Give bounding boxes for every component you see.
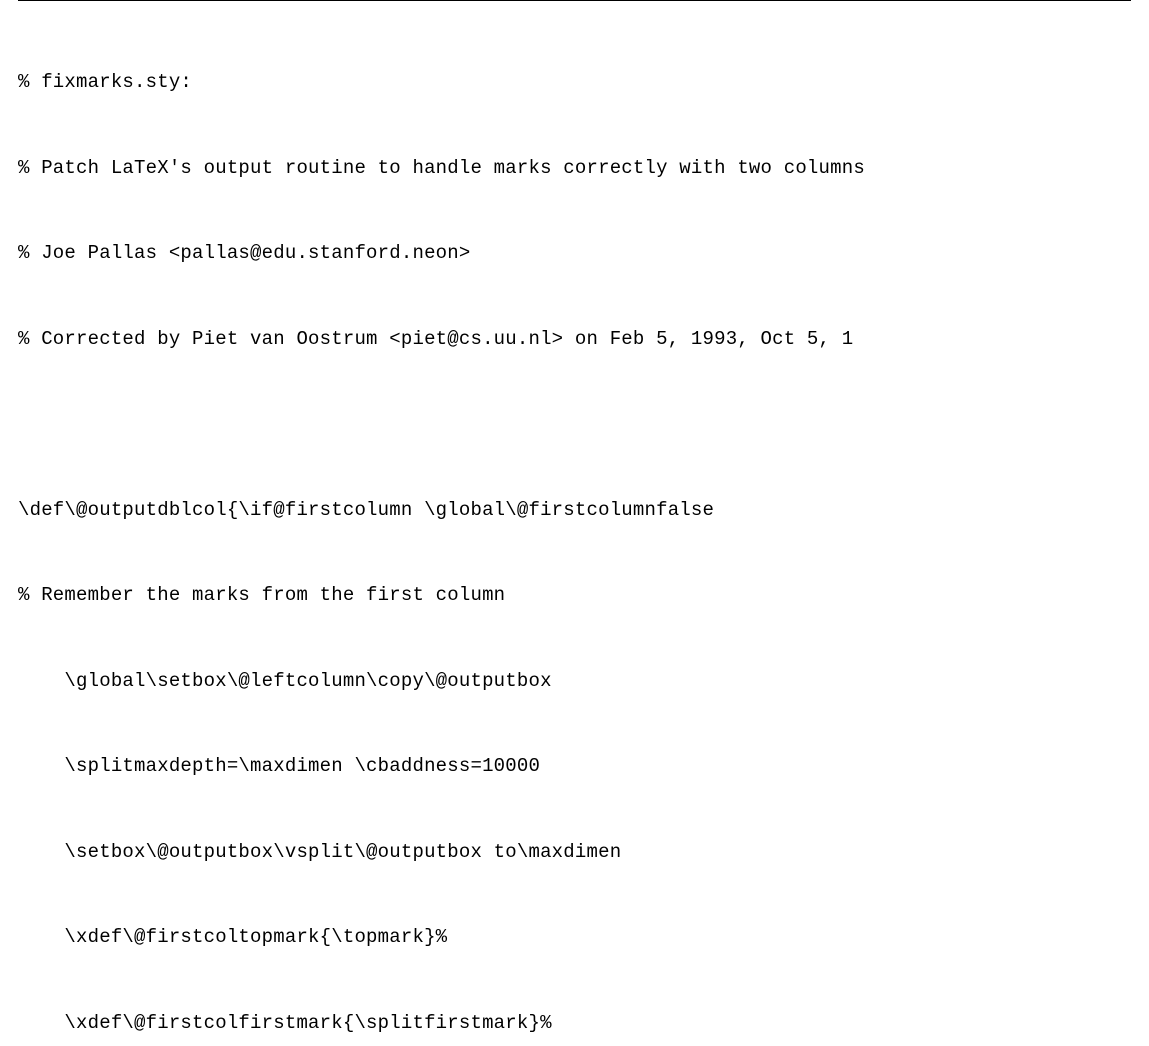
code-line: \def\@outputdblcol{\if@firstcolumn \glob… [18,496,1131,525]
code-line: % Joe Pallas <pallas@edu.stanford.neon> [18,239,1131,268]
code-line: % Remember the marks from the first colu… [18,581,1131,610]
code-line: \xdef\@firstcolfirstmark{\splitfirstmark… [18,1009,1131,1038]
code-line: \global\setbox\@leftcolumn\copy\@outputb… [18,667,1131,696]
code-line: % fixmarks.sty: [18,68,1131,97]
code-line [18,410,1131,439]
document-page: % fixmarks.sty: % Patch LaTeX's output r… [0,0,1149,1046]
code-listing: % fixmarks.sty: % Patch LaTeX's output r… [0,1,1149,1046]
code-line: % Patch LaTeX's output routine to handle… [18,154,1131,183]
code-line: \splitmaxdepth=\maxdimen \cbaddness=1000… [18,752,1131,781]
code-line: % Corrected by Piet van Oostrum <piet@cs… [18,325,1131,354]
code-line: \xdef\@firstcoltopmark{\topmark}% [18,923,1131,952]
code-line: \setbox\@outputbox\vsplit\@outputbox to\… [18,838,1131,867]
